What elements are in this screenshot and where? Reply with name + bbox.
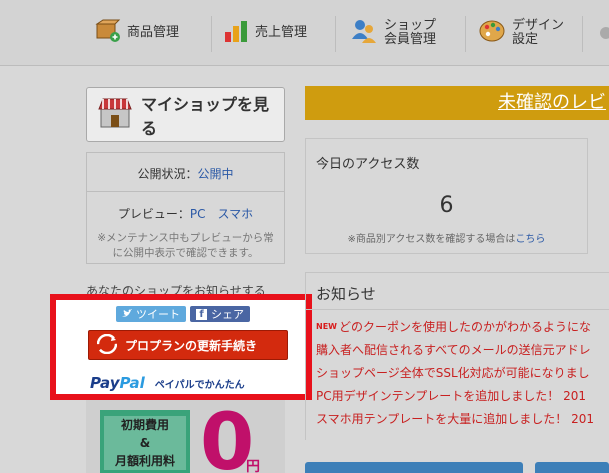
nav-divider xyxy=(211,16,212,52)
divider xyxy=(306,309,609,310)
shop-icon xyxy=(97,95,133,135)
fee-line2: & xyxy=(139,436,151,450)
preview-row: プレビュー：PC スマホ xyxy=(87,205,284,222)
myshop-label: マイショップを見る xyxy=(141,94,270,138)
nav-products-label: 商品管理 xyxy=(127,25,180,40)
nav-members-label: ショップ 会員管理 xyxy=(384,19,436,47)
share-button[interactable]: f シェア xyxy=(190,306,250,322)
share-label: シェア xyxy=(211,308,244,321)
news-item-text: 購入者へ配信されるすべてのメールの送信元アドレ xyxy=(316,343,591,357)
paypal-banner[interactable]: PayPal ペイパルでかんたん xyxy=(90,372,286,394)
tweet-button[interactable]: ツイート xyxy=(116,306,186,322)
fee-text: 初期費用 & 月額利用料 xyxy=(104,416,186,470)
highlight-box: ツイート f シェア プロプランの更新手続き PayPal ペイパルでかんたん xyxy=(50,294,312,400)
news-item-text: PC用デザインテンプレートを追加しました！ 201 xyxy=(316,389,586,403)
renew-plan-button[interactable]: プロプランの更新手続き xyxy=(88,330,288,360)
twitter-icon xyxy=(122,308,132,321)
renew-label: プロプランの更新手続き xyxy=(125,338,258,353)
nav-design-line2: 設定 xyxy=(512,32,539,47)
access-panel: 今日のアクセス数 6 ※商品別アクセス数を確認する場合はこちら xyxy=(305,138,588,254)
tweet-label: ツイート xyxy=(136,308,180,321)
publish-status: 公開状況：公開中 xyxy=(87,165,284,182)
nav-divider xyxy=(465,16,466,52)
news-item[interactable]: スマホ用テンプレートを大量に追加しました！ 201 xyxy=(316,411,609,434)
publish-status-value[interactable]: 公開中 xyxy=(198,167,234,181)
bottom-button-left[interactable] xyxy=(305,462,523,473)
members-icon xyxy=(350,17,378,49)
divider xyxy=(87,191,284,192)
nav-members-line2: 会員管理 xyxy=(384,32,437,47)
bar-chart-icon xyxy=(223,18,249,48)
preview-pc-link[interactable]: PC xyxy=(190,207,206,221)
package-icon xyxy=(95,18,121,48)
fee-line3: 月額利用料 xyxy=(114,454,175,468)
nav-design-label: デザイン 設定 xyxy=(512,19,564,47)
news-item-text: どのクーポンを使用したのかがわかるようにな xyxy=(338,320,591,334)
preview-label: プレビュー： xyxy=(117,207,190,221)
paypal-logo: PayPal xyxy=(90,374,145,392)
facebook-icon: f xyxy=(196,308,207,320)
unconfirmed-reviews-banner[interactable]: 未確認のレビ xyxy=(305,86,609,120)
news-item[interactable]: NEW どのクーポンを使用したのかがわかるようにな xyxy=(316,319,609,342)
news-item[interactable]: ショップページ全体でSSL化対応が可能になりまし xyxy=(316,365,609,388)
news-item[interactable]: 購入者へ配信されるすべてのメールの送信元アドレ xyxy=(316,342,609,365)
nav-divider xyxy=(582,16,583,52)
nav-members-line1: ショップ xyxy=(384,18,437,33)
palette-icon xyxy=(478,17,506,49)
myshop-button[interactable]: マイショップを見る xyxy=(86,87,285,142)
nav-design[interactable]: デザイン 設定 xyxy=(478,0,564,66)
access-note-link[interactable]: こちら xyxy=(515,234,545,245)
access-title: 今日のアクセス数 xyxy=(316,157,420,172)
preview-sp-link[interactable]: スマホ xyxy=(218,207,254,221)
nav-sales[interactable]: 売上管理 xyxy=(223,0,307,66)
new-badge: NEW xyxy=(316,322,337,331)
sns-buttons: ツイート f シェア xyxy=(116,306,250,322)
nav-members[interactable]: ショップ 会員管理 xyxy=(350,0,436,66)
paypal-logo-pal: Pal xyxy=(119,374,145,392)
news-title: お知らせ xyxy=(316,285,376,303)
bottom-button-right[interactable] xyxy=(535,462,609,473)
news-list: NEW どのクーポンを使用したのかがわかるようにな 購入者へ配信されるすべてのメー… xyxy=(316,319,609,434)
nav-more-icon[interactable] xyxy=(596,24,609,42)
paypal-text: ペイパルでかんたん xyxy=(154,379,245,391)
news-panel: お知らせ NEW どのクーポンを使用したのかがわかるようにな 購入者へ配信されるす… xyxy=(305,272,609,440)
access-note-text: ※商品別アクセス数を確認する場合は xyxy=(347,234,516,245)
nav-design-line1: デザイン xyxy=(512,18,565,33)
fee-line1: 初期費用 xyxy=(120,418,169,432)
fee-banner[interactable]: 初期費用 & 月額利用料 0 円 xyxy=(86,400,285,473)
maintenance-note: ※メンテナンス中もプレビューから常に公開中表示で確認できます。 xyxy=(97,232,274,259)
refresh-icon xyxy=(96,333,118,357)
nav-divider xyxy=(335,16,336,52)
fee-yen: 円 xyxy=(246,459,260,473)
publish-status-label: 公開状況： xyxy=(137,167,198,181)
nav-products[interactable]: 商品管理 xyxy=(95,0,179,66)
news-item[interactable]: PC用デザインテンプレートを追加しました！ 201 xyxy=(316,388,609,411)
nav-sales-label: 売上管理 xyxy=(255,25,308,40)
news-item-text: ショップページ全体でSSL化対応が可能になりまし xyxy=(316,366,590,380)
news-item-text: スマホ用テンプレートを大量に追加しました！ 201 xyxy=(316,412,595,426)
paypal-logo-pay: Pay xyxy=(90,374,120,392)
shop-status-panel: 公開状況：公開中 プレビュー：PC スマホ ※メンテナンス中もプレビューから常に… xyxy=(86,152,285,264)
top-nav: 商品管理 売上管理 ショップ 会員管理 デザイン 設定 xyxy=(0,0,609,66)
access-count: 6 xyxy=(439,193,454,218)
access-note: ※商品別アクセス数を確認する場合はこちら xyxy=(306,230,587,245)
